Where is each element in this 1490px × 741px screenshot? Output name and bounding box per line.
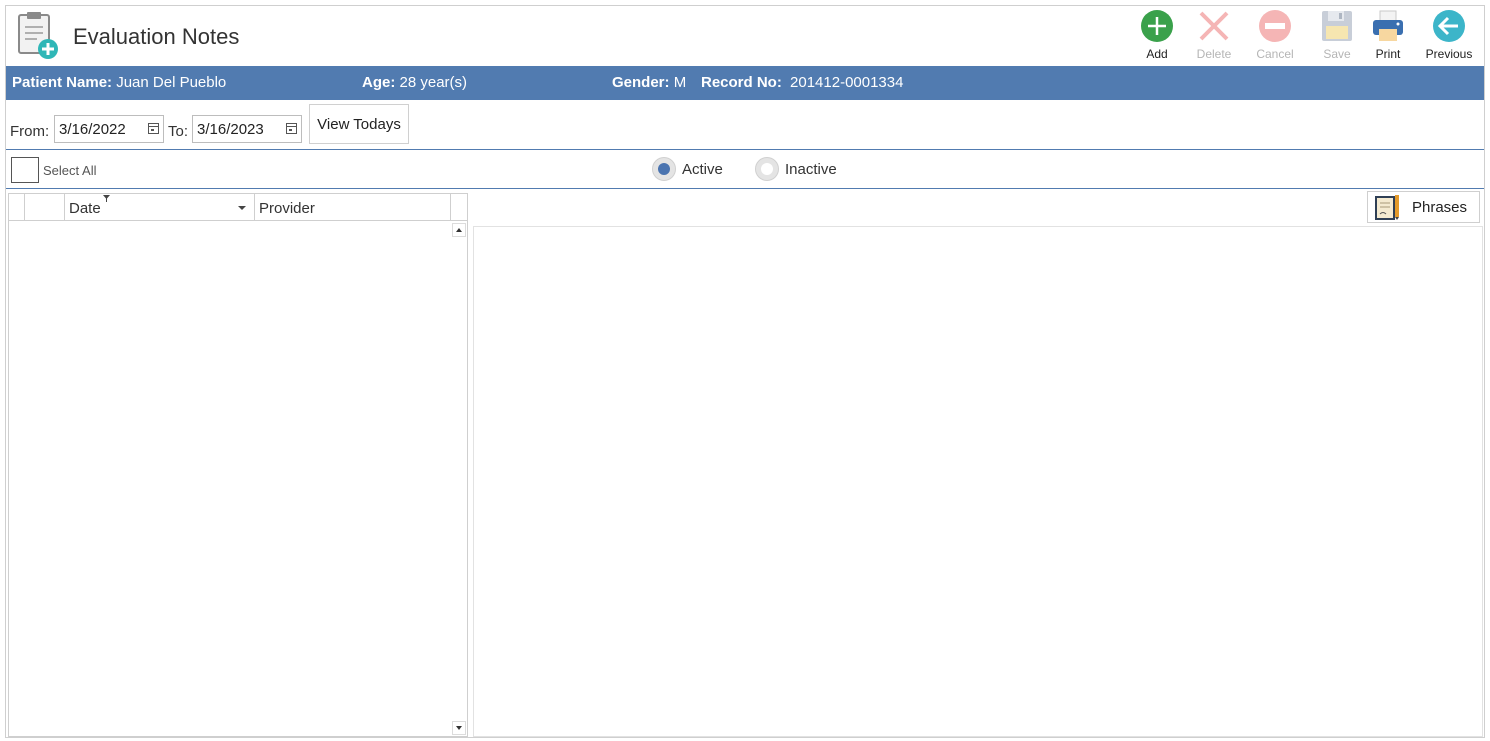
patient-age-value: 28 year(s) <box>399 74 468 91</box>
from-label: From: <box>10 123 50 140</box>
print-button[interactable]: Print <box>1360 9 1416 65</box>
active-radio[interactable] <box>652 157 676 181</box>
phrases-button[interactable]: Phrases <box>1367 191 1480 223</box>
plus-circle-icon <box>1141 10 1173 42</box>
from-date-input[interactable]: 3/16/2022 <box>54 115 164 143</box>
date-filter-row: From: 3/16/2022 To: 3/16/2023 View Today… <box>6 100 1484 150</box>
grid-header-provider[interactable]: Provider <box>255 194 451 221</box>
app-window: Evaluation Notes Add Delete Cancel Save … <box>5 5 1485 738</box>
radio-dot <box>658 163 670 175</box>
selection-row: Select All Active Inactive <box>6 151 1484 189</box>
patient-record-label: Record No: <box>701 74 782 91</box>
radio-dot <box>761 163 773 175</box>
scroll-down-button[interactable] <box>452 721 466 735</box>
patient-name-value: Juan Del Pueblo <box>116 74 227 91</box>
inactive-radio-label: Inactive <box>785 161 837 178</box>
to-date-value: 3/16/2023 <box>197 121 264 138</box>
patient-age: Age: 28 year(s) <box>362 74 467 91</box>
print-label: Print <box>1375 47 1401 61</box>
arrow-left-circle-icon <box>1433 10 1465 42</box>
inactive-radio[interactable] <box>755 157 779 181</box>
patient-info-bar: Patient Name: Juan Del Pueblo Age: 28 ye… <box>6 66 1484 100</box>
cancel-button[interactable]: Cancel <box>1247 9 1303 65</box>
previous-button[interactable]: Previous <box>1421 9 1477 65</box>
previous-label: Previous <box>1425 47 1473 61</box>
chevron-down-icon[interactable] <box>238 206 246 210</box>
select-all-checkbox[interactable] <box>11 157 39 183</box>
delete-button[interactable]: Delete <box>1186 9 1242 65</box>
phrases-label: Phrases <box>1412 199 1468 216</box>
patient-name: Patient Name: Juan Del Pueblo <box>12 74 226 91</box>
document-pencil-icon <box>1375 195 1399 220</box>
grid-header-indicator <box>9 194 25 221</box>
scroll-up-button[interactable] <box>452 223 466 237</box>
grid-header-select[interactable] <box>25 194 65 221</box>
from-date-value: 3/16/2022 <box>59 121 126 138</box>
active-radio-label: Active <box>682 161 723 178</box>
calendar-icon[interactable] <box>286 123 297 134</box>
grid-header-date[interactable]: Date <box>65 194 255 221</box>
page-title: Evaluation Notes <box>73 24 240 49</box>
add-label: Add <box>1146 47 1168 61</box>
patient-record: Record No: 201412-0001334 <box>701 74 903 91</box>
note-editor[interactable] <box>473 226 1483 737</box>
minus-circle-icon <box>1259 10 1291 42</box>
grid-header: Date Provider <box>9 194 467 221</box>
patient-age-label: Age: <box>362 74 396 91</box>
delete-label: Delete <box>1196 47 1232 61</box>
date-column-label: Date <box>69 200 101 217</box>
to-label: To: <box>168 123 189 140</box>
patient-gender-label: Gender: <box>612 74 670 91</box>
patient-name-label: Patient Name: <box>12 74 113 91</box>
clipboard-add-icon <box>18 12 58 59</box>
patient-record-value: 201412-0001334 <box>790 74 904 91</box>
calendar-icon[interactable] <box>148 123 159 134</box>
save-label: Save <box>1323 47 1351 61</box>
to-date-input[interactable]: 3/16/2023 <box>192 115 302 143</box>
add-button[interactable]: Add <box>1129 9 1185 65</box>
printer-icon <box>1373 10 1403 41</box>
patient-gender: Gender: M <box>612 74 686 91</box>
cancel-label: Cancel <box>1256 47 1294 61</box>
save-button[interactable]: Save <box>1309 9 1365 65</box>
notes-grid[interactable]: Date Provider <box>8 193 468 737</box>
header: Evaluation Notes Add Delete Cancel Save … <box>6 6 1484 66</box>
x-icon <box>1199 11 1229 41</box>
provider-column-label: Provider <box>259 200 315 217</box>
patient-gender-value: M <box>673 74 687 91</box>
floppy-disk-icon <box>1322 11 1352 41</box>
select-all-label: Select All <box>43 163 97 178</box>
filter-icon[interactable] <box>103 195 110 202</box>
view-todays-button[interactable]: View Todays <box>309 104 409 144</box>
